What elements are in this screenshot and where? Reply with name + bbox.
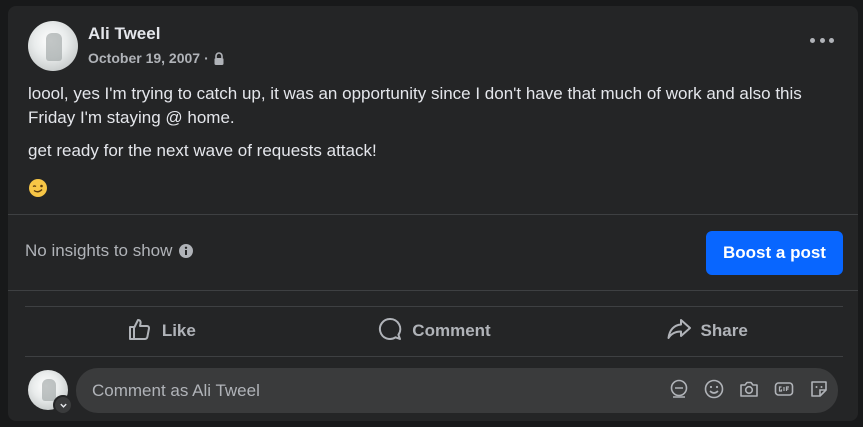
divider <box>8 214 858 215</box>
info-icon[interactable] <box>178 243 194 259</box>
camera-icon[interactable] <box>738 378 760 400</box>
comment-composer <box>76 368 838 413</box>
meta-separator: · <box>204 50 209 66</box>
action-bar: Like Comment Share <box>25 308 843 354</box>
sticker-icon[interactable] <box>808 378 830 400</box>
share-label: Share <box>700 321 748 340</box>
post-card: Ali Tweel October 19, 2007 · loool, yes … <box>8 6 858 421</box>
post-meta: October 19, 2007 · <box>88 50 225 66</box>
like-button[interactable]: Like <box>25 308 298 354</box>
insights-row: No insights to show <box>25 241 194 261</box>
lock-icon[interactable] <box>213 52 225 66</box>
author-name[interactable]: Ali Tweel <box>88 24 160 44</box>
composer-tools <box>668 378 830 400</box>
boost-post-button[interactable]: Boost a post <box>706 231 843 275</box>
winking-face-icon <box>28 178 48 198</box>
insights-text: No insights to show <box>25 241 173 260</box>
more-options-icon[interactable] <box>810 32 834 48</box>
like-label: Like <box>161 321 196 340</box>
post-paragraph: loool, yes I'm trying to catch up, it wa… <box>28 84 802 127</box>
divider <box>25 356 843 357</box>
post-paragraph: get ready for the next wave of requests … <box>28 141 377 160</box>
gif-icon[interactable] <box>773 378 795 400</box>
thumbs-up-icon <box>127 316 153 347</box>
comment-button[interactable]: Comment <box>298 308 571 354</box>
comment-label: Comment <box>412 321 491 340</box>
emoji-icon[interactable] <box>703 378 725 400</box>
divider <box>25 306 843 307</box>
post-date[interactable]: October 19, 2007 <box>88 50 200 66</box>
divider <box>8 290 858 291</box>
comment-input[interactable] <box>90 379 634 402</box>
share-arrow-icon <box>666 316 692 347</box>
author-avatar[interactable] <box>28 21 78 71</box>
post-body: loool, yes I'm trying to catch up, it wa… <box>28 82 828 172</box>
chevron-down-icon[interactable] <box>53 395 73 415</box>
share-button[interactable]: Share <box>570 308 843 354</box>
avatar-sticker-icon[interactable] <box>668 378 690 400</box>
speech-bubble-icon <box>377 316 403 347</box>
